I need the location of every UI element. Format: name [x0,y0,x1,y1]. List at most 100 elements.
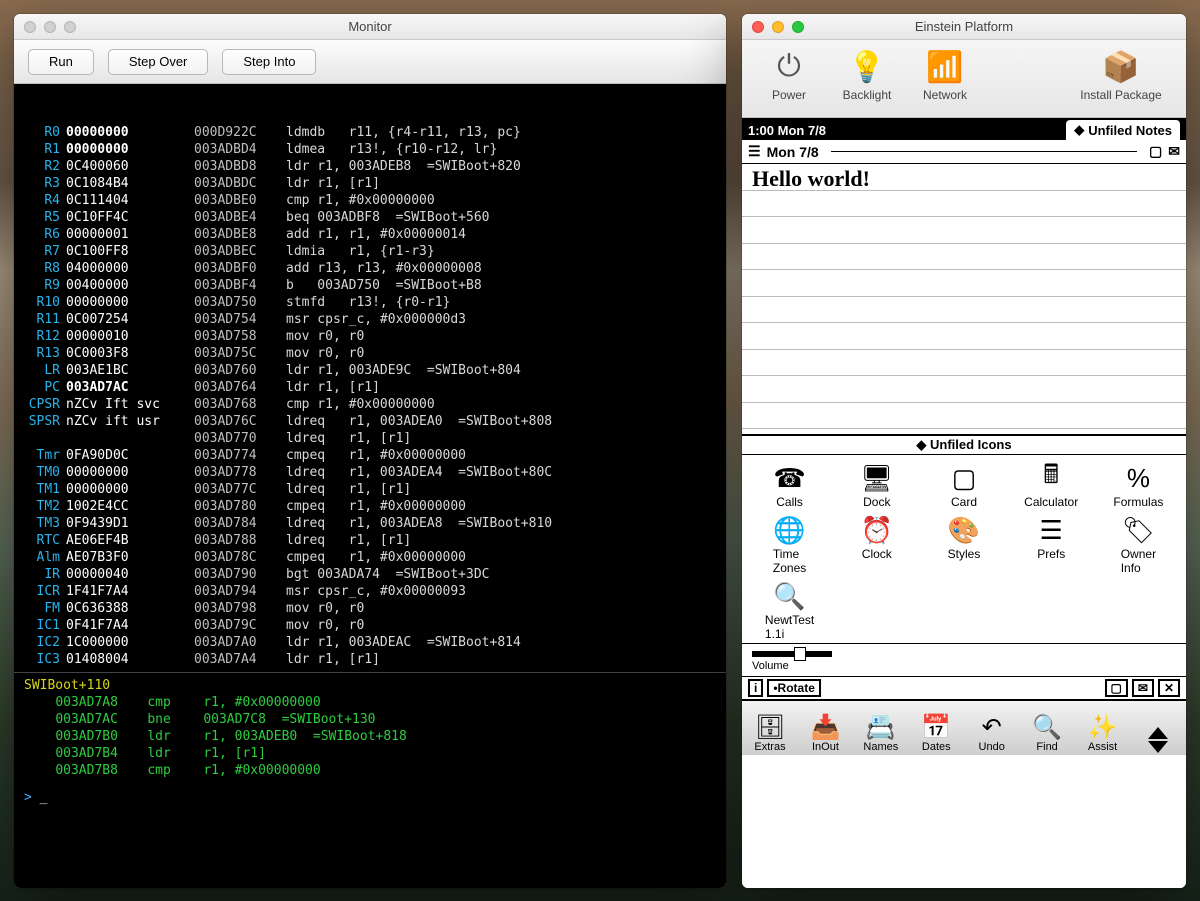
inout-icon: 📥 [810,713,840,741]
info-button[interactable]: i [748,679,763,697]
app-label: NewtTest1.1i [765,613,814,641]
volume-thumb[interactable] [794,647,806,661]
card-icon: ▢ [944,461,984,495]
close-button[interactable]: ✕ [1158,679,1180,697]
calls-icon: ☎ [770,461,810,495]
close-icon[interactable] [24,21,36,33]
app-label: Dock [863,495,890,509]
names-icon: 📇 [866,713,896,741]
dock-dates[interactable]: 📅Dates [912,713,960,753]
mid-bar: i •Rotate ▢ ✉ ✕ [742,676,1186,701]
dock-label: Names [863,741,898,753]
ruled-lines [742,164,1186,434]
app-drawer: ☎Calls🖥Dock▢Card🖩Calculator%Formulas🌐Tim… [742,455,1186,643]
folder-icon[interactable]: ▢ [1149,143,1162,160]
maximize-icon[interactable] [792,21,804,33]
backlight-button[interactable]: 💡 Backlight [830,46,904,102]
note-date: Mon 7/8 [767,144,819,160]
app-calls[interactable]: ☎Calls [746,461,833,509]
find-icon: 🔍 [1032,713,1062,741]
newton-screen: 1:00 Mon 7/8 ◆ Unfiled Notes ☰ Mon 7/8 ▢… [742,118,1186,888]
timezones-icon: 🌐 [770,513,810,547]
lightbulb-icon: 💡 [846,46,888,88]
rotate-button[interactable]: •Rotate [767,679,821,697]
network-button[interactable]: 📶 Network [908,46,982,102]
app-label: TimeZones [773,547,806,575]
run-button[interactable]: Run [28,49,94,75]
app-label: Styles [948,547,981,561]
newttest-icon: 🔍 [770,579,810,613]
app-card[interactable]: ▢Card [920,461,1007,509]
install-package-button[interactable]: 📦 Install Package [1066,46,1176,102]
dock-label: Find [1036,741,1057,753]
package-icon: 📦 [1100,46,1142,88]
dock-label: Assist [1088,741,1117,753]
dock-find[interactable]: 🔍Find [1023,713,1071,753]
dock-label: Extras [754,741,785,753]
calculator-icon: 🖩 [1031,461,1071,495]
app-dock[interactable]: 🖥Dock [833,461,920,509]
envelope-icon[interactable]: ✉ [1168,143,1180,160]
power-icon: ⏻ [768,46,810,88]
dock-names[interactable]: 📇Names [857,713,905,753]
app-label: Calculator [1024,495,1078,509]
app-label: Clock [862,547,892,561]
app-label: Prefs [1037,547,1065,561]
formulas-icon: % [1118,461,1158,495]
power-button[interactable]: ⏻ Power [752,46,826,102]
scroll-down-icon[interactable] [1148,741,1168,753]
app-styles[interactable]: 🎨Styles [920,513,1007,575]
einstein-titlebar[interactable]: Einstein Platform [742,14,1186,40]
step-over-button[interactable]: Step Over [108,49,209,75]
volume-control: Volume [742,643,1186,676]
newton-dock: 🗄Extras📥InOut📇Names📅Dates↶Undo🔍Find✨Assi… [742,701,1186,755]
app-calculator[interactable]: 🖩Calculator [1008,461,1095,509]
app-formulas[interactable]: %Formulas [1095,461,1182,509]
note-header[interactable]: ☰ Mon 7/8 ▢ ✉ [742,140,1186,164]
app-label: Card [951,495,977,509]
app-label: OwnerInfo [1121,547,1156,575]
styles-icon: 🎨 [944,513,984,547]
note-icon: ☰ [748,143,761,160]
dock-undo[interactable]: ↶Undo [968,713,1016,753]
network-icon: 📶 [924,46,966,88]
network-label: Network [923,88,967,102]
dock-label: Dates [922,741,951,753]
app-label: Calls [776,495,803,509]
dock-extras[interactable]: 🗄Extras [746,713,794,753]
install-package-label: Install Package [1080,88,1161,102]
minimize-icon[interactable] [772,21,784,33]
maximize-icon[interactable] [64,21,76,33]
newton-status-bar: 1:00 Mon 7/8 ◆ Unfiled Notes [742,120,1186,140]
close-icon[interactable] [752,21,764,33]
app-owner[interactable]: 🏷OwnerInfo [1095,513,1182,575]
app-timezones[interactable]: 🌐TimeZones [746,513,833,575]
volume-slider[interactable] [752,651,832,657]
monitor-terminal[interactable]: R000000000000D922Cldmdb r11, {r4-r11, r1… [14,84,726,888]
power-label: Power [772,88,806,102]
app-label: Formulas [1113,495,1163,509]
app-clock[interactable]: ⏰Clock [833,513,920,575]
note-text: Hello world! [752,166,870,192]
dock-inout[interactable]: 📥InOut [801,713,849,753]
divider [831,151,1137,152]
app-prefs[interactable]: ☰Prefs [1008,513,1095,575]
backlight-label: Backlight [843,88,892,102]
dates-icon: 📅 [921,713,951,741]
dock-assist[interactable]: ✨Assist [1079,713,1127,753]
mail-button[interactable]: ✉ [1132,679,1154,697]
status-time: 1:00 Mon 7/8 [748,123,826,138]
monitor-titlebar[interactable]: Monitor [14,14,726,40]
step-into-button[interactable]: Step Into [222,49,316,75]
scroll-up-icon[interactable] [1148,727,1168,739]
folder-tab[interactable]: ◆ Unfiled Notes [1066,120,1180,140]
folder-button[interactable]: ▢ [1105,679,1128,697]
app-newttest[interactable]: 🔍NewtTest1.1i [746,579,833,641]
monitor-title: Monitor [14,19,726,34]
drawer-title[interactable]: ◆ Unfiled Icons [742,434,1186,455]
clock-icon: ⏰ [857,513,897,547]
assist-icon: ✨ [1088,713,1118,741]
minimize-icon[interactable] [44,21,56,33]
undo-icon: ↶ [982,713,1002,741]
note-paper[interactable]: Hello world! [742,164,1186,434]
